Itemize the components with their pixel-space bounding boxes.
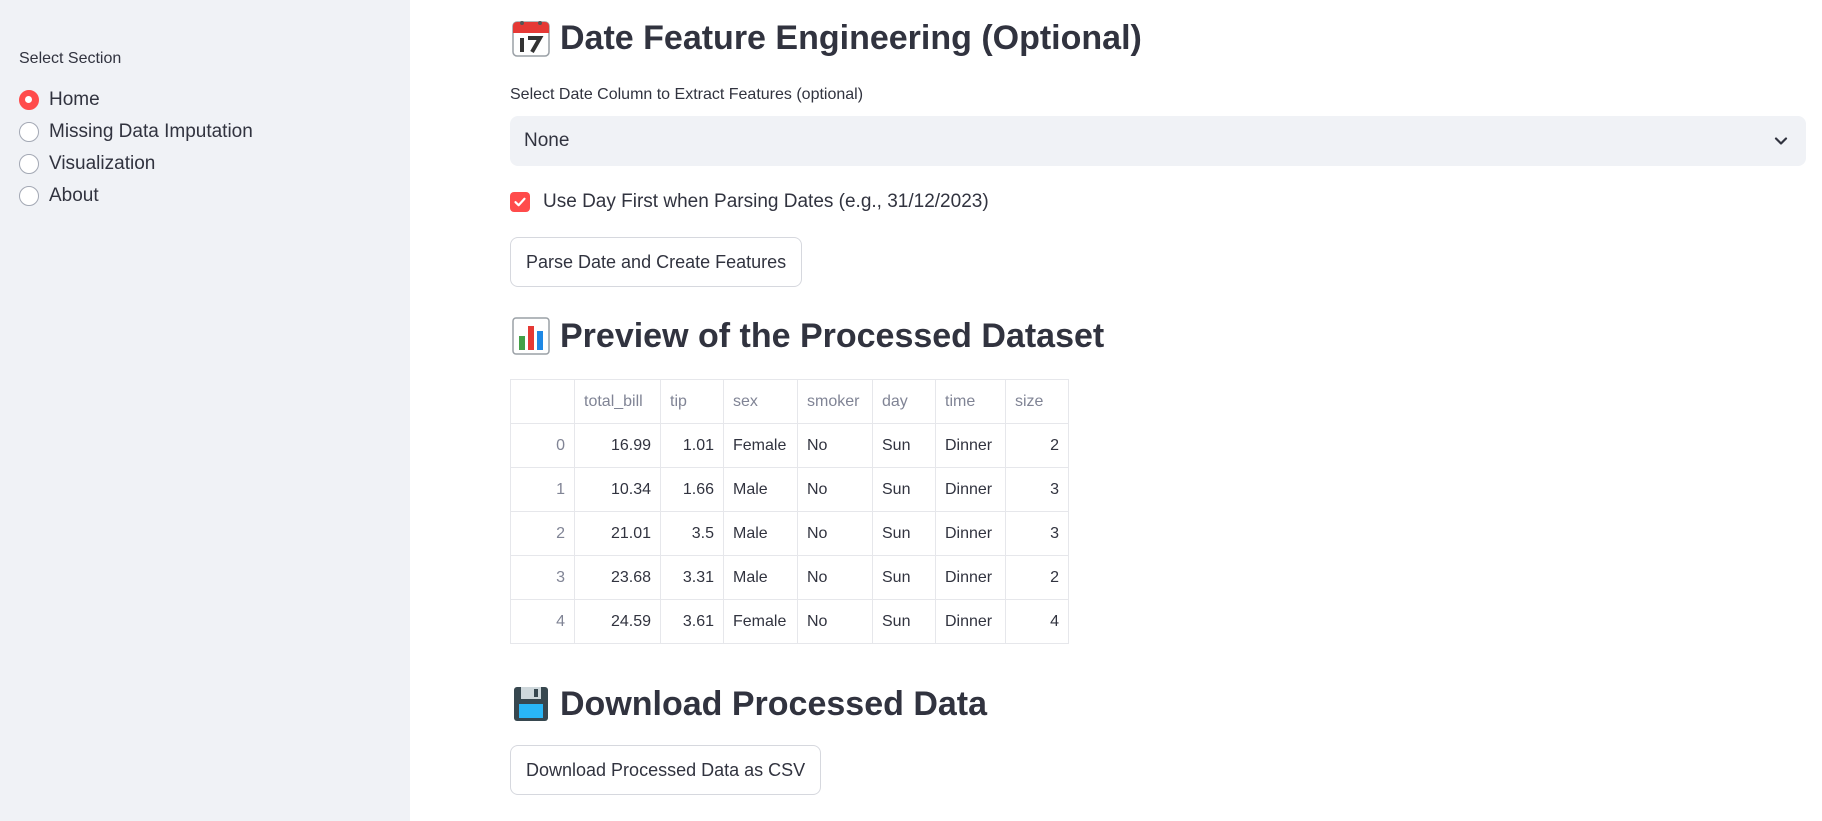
table-cell[interactable]: 1.66 [660,467,724,512]
table-row: 2 21.01 3.5 Male No Sun Dinner 3 [510,511,1069,556]
preview-section-heading: Preview of the Processed Dataset [510,316,1104,356]
download-csv-button[interactable]: Download Processed Data as CSV [510,745,822,795]
table-cell[interactable]: No [797,511,873,556]
date-column-select[interactable]: None [510,116,1806,166]
table-cell[interactable]: Male [723,511,798,556]
table-cell[interactable]: 3 [1005,467,1069,512]
day-first-checkbox[interactable] [510,192,530,212]
table-cell[interactable]: No [797,467,873,512]
table-cell[interactable]: Male [723,555,798,600]
radio-option-label: Visualization [49,153,156,174]
table-cell[interactable]: 23.68 [574,555,661,600]
bar-chart-icon [510,316,552,356]
table-cell[interactable]: Sun [872,467,936,512]
table-cell[interactable]: No [797,599,873,644]
download-section-heading: Download Processed Data [510,684,987,724]
table-cell[interactable]: 1.01 [660,423,724,468]
date-column-select-value: None [524,130,570,151]
radio-option-label: Home [49,89,100,110]
table-cell[interactable]: Dinner [935,599,1006,644]
table-cell[interactable]: Dinner [935,511,1006,556]
column-header-total-bill[interactable]: total_bill [574,379,661,424]
column-header-day[interactable]: day [872,379,936,424]
table-cell[interactable]: 2 [1005,555,1069,600]
table-cell[interactable]: Sun [872,511,936,556]
radio-option-about[interactable]: About [19,180,253,212]
table-cell[interactable]: 3.61 [660,599,724,644]
radio-option-home[interactable]: Home [19,84,253,116]
table-cell[interactable]: 21.01 [574,511,661,556]
table-row: 3 23.68 3.31 Male No Sun Dinner 2 [510,555,1069,600]
table-header-row: total_bill tip sex smoker day time size [510,379,1069,424]
date-column-select-label: Select Date Column to Extract Features (… [510,86,864,103]
row-index: 3 [510,555,575,600]
table-cell[interactable]: Dinner [935,555,1006,600]
floppy-disk-icon [510,684,552,724]
section-radio-title: Select Section [19,50,122,67]
row-index: 1 [510,467,575,512]
column-header-sex[interactable]: sex [723,379,798,424]
table-cell[interactable]: 4 [1005,599,1069,644]
download-section-title: Download Processed Data [560,684,988,723]
column-header-tip[interactable]: tip [660,379,724,424]
table-cell[interactable]: 16.99 [574,423,661,468]
radio-option-missing-data-imputation[interactable]: Missing Data Imputation [19,116,253,148]
radio-button-selected[interactable] [19,90,39,110]
chevron-down-icon [1774,137,1788,145]
day-first-checkbox-label: Use Day First when Parsing Dates (e.g., … [543,191,989,212]
column-header-smoker[interactable]: smoker [797,379,873,424]
table-cell[interactable]: 10.34 [574,467,661,512]
sidebar: Select Section Home Missing Data Imputat… [0,0,410,821]
table-row: 0 16.99 1.01 Female No Sun Dinner 2 [510,423,1069,468]
date-section-heading: Date Feature Engineering (Optional) [510,18,1142,58]
table-cell[interactable]: No [797,555,873,600]
table-cell[interactable]: No [797,423,873,468]
date-section-title: Date Feature Engineering (Optional) [560,18,1142,57]
column-header-size[interactable]: size [1005,379,1069,424]
table-cell[interactable]: Sun [872,555,936,600]
radio-option-visualization[interactable]: Visualization [19,148,253,180]
table-cell[interactable]: 3 [1005,511,1069,556]
calendar-icon [510,18,552,58]
table-cell[interactable]: Female [723,423,798,468]
table-cell[interactable]: Sun [872,599,936,644]
row-index: 4 [510,599,575,644]
column-header-time[interactable]: time [935,379,1006,424]
table-cell[interactable]: 3.5 [660,511,724,556]
table-cell[interactable]: Dinner [935,467,1006,512]
table-cell[interactable]: 3.31 [660,555,724,600]
radio-button[interactable] [19,186,39,206]
table-cell[interactable]: Male [723,467,798,512]
table-row: 1 10.34 1.66 Male No Sun Dinner 3 [510,467,1069,512]
table-cell[interactable]: 2 [1005,423,1069,468]
radio-button[interactable] [19,122,39,142]
table-cell[interactable]: Dinner [935,423,1006,468]
radio-button[interactable] [19,154,39,174]
row-index: 2 [510,511,575,556]
table-row: 4 24.59 3.61 Female No Sun Dinner 4 [510,599,1069,644]
table-cell[interactable]: 24.59 [574,599,661,644]
preview-section-title: Preview of the Processed Dataset [560,316,1105,355]
checkmark-icon [514,197,526,207]
day-first-checkbox-row[interactable]: Use Day First when Parsing Dates (e.g., … [510,191,989,213]
table-cell[interactable]: Female [723,599,798,644]
radio-option-label: About [49,185,99,206]
table-cell[interactable]: Sun [872,423,936,468]
row-index: 0 [510,423,575,468]
index-header [510,379,575,424]
section-radio-group: Home Missing Data Imputation Visualizati… [19,84,253,212]
parse-date-button[interactable]: Parse Date and Create Features [510,237,803,287]
preview-data-table[interactable]: total_bill tip sex smoker day time size … [510,379,1069,644]
radio-option-label: Missing Data Imputation [49,121,253,142]
